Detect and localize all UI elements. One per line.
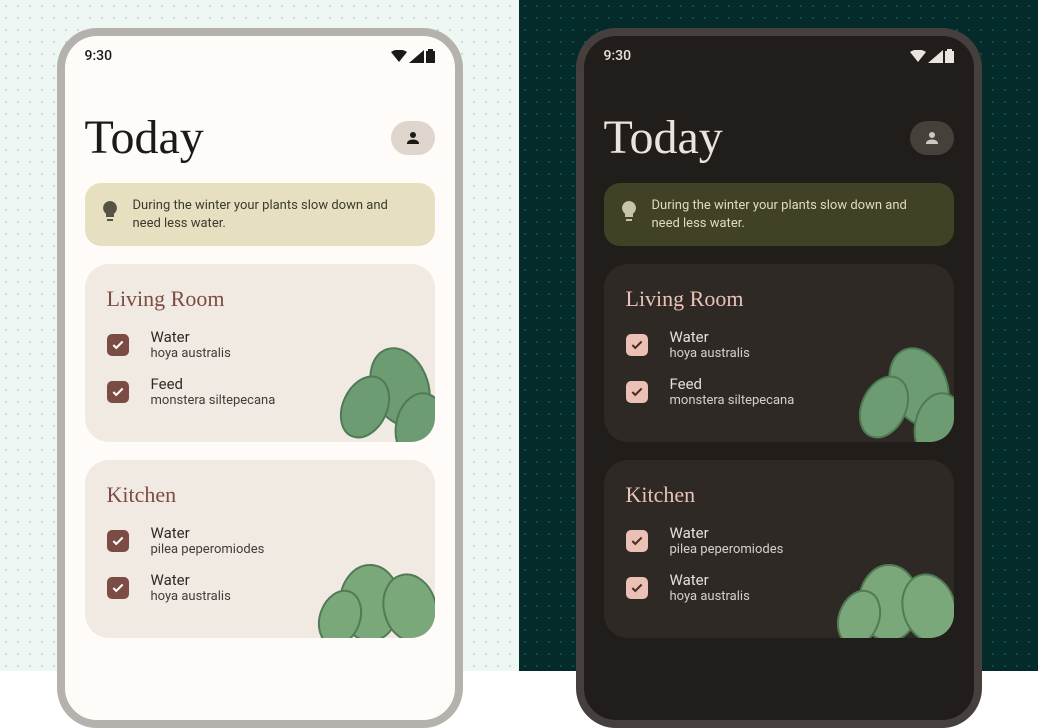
task-label: Water [670, 571, 750, 589]
task-subtitle: monstera siltepecana [670, 393, 795, 408]
status-bar: 9:30 [584, 36, 974, 70]
battery-icon [945, 49, 954, 63]
status-bar: 9:30 [65, 36, 455, 70]
room-title: Living Room [107, 286, 413, 312]
battery-icon [426, 49, 435, 63]
check-icon [630, 385, 644, 399]
task-label: Water [151, 571, 231, 589]
task-checkbox[interactable] [626, 334, 648, 356]
task-checkbox[interactable] [626, 381, 648, 403]
status-time: 9:30 [604, 48, 632, 64]
room-title: Kitchen [107, 482, 413, 508]
task-checkbox[interactable] [107, 577, 129, 599]
task-label: Water [670, 524, 784, 542]
task-subtitle: hoya australis [151, 589, 231, 604]
check-icon [630, 534, 644, 548]
task-checkbox[interactable] [107, 381, 129, 403]
tip-banner: During the winter your plants slow down … [85, 183, 435, 246]
room-card: Kitchen Water pilea peperomiodes W [85, 460, 435, 638]
check-icon [111, 534, 125, 548]
task-label: Feed [670, 375, 795, 393]
app-header: Today [604, 70, 954, 183]
check-icon [111, 581, 125, 595]
page-title: Today [604, 110, 723, 165]
status-icons [391, 49, 435, 63]
task-checkbox[interactable] [107, 334, 129, 356]
person-icon [404, 129, 422, 147]
light-theme-preview: 9:30 Today During the winter your plants… [0, 0, 519, 671]
plant-illustration [315, 538, 435, 638]
status-time: 9:30 [85, 48, 113, 64]
profile-button[interactable] [910, 121, 954, 155]
task-subtitle: hoya australis [151, 346, 231, 361]
room-card: Kitchen Water pilea peperomiodes W [604, 460, 954, 638]
task-checkbox[interactable] [107, 530, 129, 552]
page-title: Today [85, 110, 204, 165]
check-icon [630, 581, 644, 595]
tip-banner: During the winter your plants slow down … [604, 183, 954, 246]
task-subtitle: pilea peperomiodes [151, 542, 265, 557]
room-title: Living Room [626, 286, 932, 312]
plant-illustration [325, 332, 435, 442]
task-label: Water [670, 328, 750, 346]
task-label: Water [151, 524, 265, 542]
signal-icon [928, 50, 943, 63]
check-icon [111, 338, 125, 352]
plant-illustration [834, 538, 954, 638]
check-icon [111, 385, 125, 399]
status-icons [910, 49, 954, 63]
phone-frame: 9:30 Today During the winter your plants… [576, 28, 982, 728]
person-icon [923, 129, 941, 147]
task-label: Feed [151, 375, 276, 393]
room-card: Living Room Water hoya australis F [604, 264, 954, 442]
wifi-icon [910, 50, 926, 63]
task-subtitle: hoya australis [670, 589, 750, 604]
room-title: Kitchen [626, 482, 932, 508]
tip-text: During the winter your plants slow down … [652, 197, 938, 232]
room-card: Living Room Water hoya australis F [85, 264, 435, 442]
dark-theme-preview: 9:30 Today During the winter your plants… [519, 0, 1038, 671]
profile-button[interactable] [391, 121, 435, 155]
task-checkbox[interactable] [626, 530, 648, 552]
task-subtitle: pilea peperomiodes [670, 542, 784, 557]
task-checkbox[interactable] [626, 577, 648, 599]
check-icon [630, 338, 644, 352]
bulb-icon [620, 201, 638, 229]
task-subtitle: monstera siltepecana [151, 393, 276, 408]
wifi-icon [391, 50, 407, 63]
bulb-icon [101, 201, 119, 229]
task-subtitle: hoya australis [670, 346, 750, 361]
signal-icon [409, 50, 424, 63]
task-label: Water [151, 328, 231, 346]
phone-frame: 9:30 Today During the winter your plants… [57, 28, 463, 728]
plant-illustration [844, 332, 954, 442]
app-header: Today [85, 70, 435, 183]
tip-text: During the winter your plants slow down … [133, 197, 419, 232]
